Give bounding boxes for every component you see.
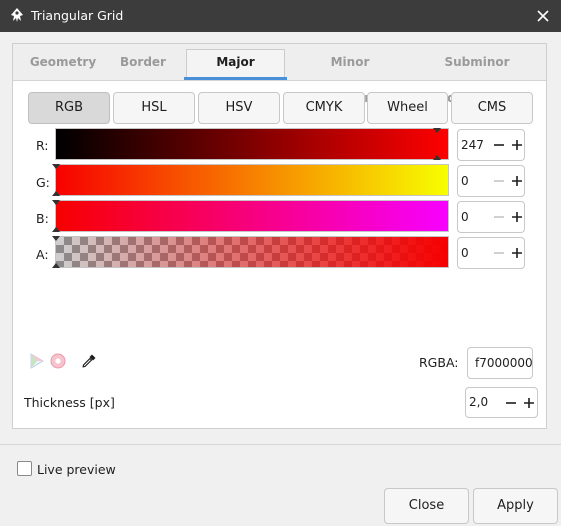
thickness-value[interactable]: 2,0 xyxy=(469,395,488,409)
tab-minor-divisions[interactable]: Minor divisions xyxy=(300,44,400,105)
title-bar: Triangular Grid xyxy=(0,0,561,32)
tab-geometry[interactable]: Geometry xyxy=(25,44,101,80)
alpha-value[interactable]: 0 xyxy=(461,246,469,260)
live-preview-checkbox[interactable] xyxy=(17,461,32,476)
slider-marker-bottom xyxy=(433,155,441,160)
red-channel-label: R: xyxy=(36,138,49,153)
no-color-icon[interactable] xyxy=(49,352,67,370)
green-value-stepper[interactable]: 0 xyxy=(457,165,525,197)
slider-marker-bottom xyxy=(52,191,60,196)
green-slider[interactable] xyxy=(52,164,449,196)
mode-wheel-button[interactable]: Wheel xyxy=(367,92,448,124)
mode-hsl-button[interactable]: HSL xyxy=(113,92,195,124)
minus-icon[interactable] xyxy=(490,172,508,190)
eyedropper-icon[interactable] xyxy=(80,352,98,370)
plus-icon[interactable] xyxy=(520,394,538,412)
minus-icon[interactable] xyxy=(490,208,508,226)
alpha-channel-label: A: xyxy=(36,247,49,262)
mode-hsv-button[interactable]: HSV xyxy=(198,92,280,124)
alpha-slider[interactable] xyxy=(52,236,449,268)
rgba-input[interactable]: f7000000 xyxy=(467,347,533,379)
blue-channel-label: B: xyxy=(36,211,49,226)
green-channel-label: G: xyxy=(36,175,50,190)
blue-slider[interactable] xyxy=(52,200,449,232)
tab-border[interactable]: Border xyxy=(113,44,173,80)
slider-marker-bottom xyxy=(52,227,60,232)
mode-cms-button[interactable]: CMS xyxy=(451,92,533,124)
tab-label: Border xyxy=(120,55,166,69)
slider-marker-top xyxy=(52,236,60,241)
mode-cmyk-button[interactable]: CMYK xyxy=(283,92,365,124)
color-gamut-icon[interactable] xyxy=(28,352,46,370)
tab-major-divisions[interactable]: Major divisions xyxy=(184,44,287,105)
red-value-stepper[interactable]: 247 xyxy=(457,129,525,161)
minus-icon[interactable] xyxy=(490,244,508,262)
tab-subminor-divisions[interactable]: Subminor divisions xyxy=(416,44,538,105)
thickness-label: Thickness [px] xyxy=(24,395,115,410)
blue-value[interactable]: 0 xyxy=(461,210,469,224)
active-tab-indicator xyxy=(184,77,287,80)
alpha-value-stepper[interactable]: 0 xyxy=(457,237,525,269)
plus-icon[interactable] xyxy=(508,172,526,190)
close-button[interactable]: Close xyxy=(384,488,469,524)
rgba-label: RGBA: xyxy=(419,355,459,370)
live-preview-label[interactable]: Live preview xyxy=(37,462,116,477)
blue-value-stepper[interactable]: 0 xyxy=(457,201,525,233)
slider-marker-top xyxy=(52,200,60,205)
mode-rgb-button[interactable]: RGB xyxy=(28,92,110,124)
slider-marker-bottom xyxy=(52,263,60,268)
red-value[interactable]: 247 xyxy=(461,138,484,152)
inkscape-icon xyxy=(11,8,23,22)
minus-icon[interactable] xyxy=(490,136,508,154)
slider-marker-top xyxy=(433,128,441,133)
minus-icon[interactable] xyxy=(502,394,520,412)
plus-icon[interactable] xyxy=(508,208,526,226)
tab-bar: Geometry Border Major divisions Minor di… xyxy=(13,44,546,105)
footer-divider xyxy=(0,444,561,445)
apply-button[interactable]: Apply xyxy=(473,488,558,524)
plus-icon[interactable] xyxy=(508,244,526,262)
close-icon[interactable] xyxy=(531,4,555,28)
thickness-stepper[interactable]: 2,0 xyxy=(465,387,538,418)
plus-icon[interactable] xyxy=(508,136,526,154)
tab-label: Geometry xyxy=(29,55,97,69)
slider-marker-top xyxy=(52,164,60,169)
red-slider[interactable] xyxy=(55,128,449,160)
window-title: Triangular Grid xyxy=(31,8,124,23)
green-value[interactable]: 0 xyxy=(461,174,469,188)
